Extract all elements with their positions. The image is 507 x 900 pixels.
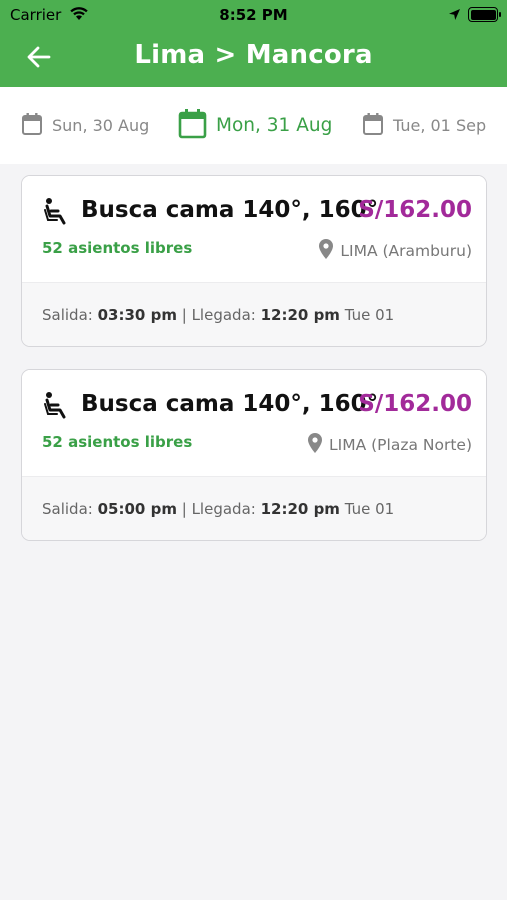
trip-card-header: Busca cama 140°, 160° S/162.00 52 asient… [22, 176, 486, 282]
departure-time: 03:30 pm [97, 306, 177, 324]
date-tab-label: Tue, 01 Sep [393, 116, 487, 135]
trip-price: S/162.00 [358, 391, 472, 417]
arrival-label: Llegada: [191, 500, 256, 518]
app-header: Carrier 8:52 PM Lima > Mancora [0, 0, 507, 87]
status-time: 8:52 PM [219, 6, 288, 24]
calendar-icon [362, 112, 384, 140]
origin-terminal: LIMA (Aramburu) [318, 238, 472, 264]
origin-label: LIMA (Aramburu) [340, 242, 472, 260]
trip-schedule: Salida: 05:00 pm | Llegada: 12:20 pm Tue… [22, 476, 486, 540]
location-pin-icon [318, 238, 334, 264]
calendar-icon [21, 112, 43, 140]
calendar-icon [178, 108, 207, 143]
service-name: Busca cama 140°, 160° [81, 391, 379, 417]
seat-icon [42, 197, 70, 229]
departure-label: Salida: [42, 500, 93, 518]
date-tab-mon-31-aug[interactable]: Mon, 31 Aug [178, 87, 332, 164]
date-tab-label: Mon, 31 Aug [216, 115, 333, 136]
battery-icon [468, 7, 498, 22]
page-title: Lima > Mancora [134, 40, 373, 70]
trip-schedule: Salida: 03:30 pm | Llegada: 12:20 pm Tue… [22, 282, 486, 346]
schedule-separator: | [181, 500, 187, 518]
departure-label: Salida: [42, 306, 93, 324]
available-seats: 52 asientos libres [42, 239, 193, 257]
origin-label: LIMA (Plaza Norte) [329, 436, 472, 454]
arrival-day: Tue 01 [344, 500, 395, 518]
location-arrow-icon [448, 7, 461, 25]
trip-card-header: Busca cama 140°, 160° S/162.00 52 asient… [22, 370, 486, 476]
trip-card[interactable]: Busca cama 140°, 160° S/162.00 52 asient… [21, 369, 487, 541]
status-bar: Carrier 8:52 PM [0, 0, 507, 30]
trip-card[interactable]: Busca cama 140°, 160° S/162.00 52 asient… [21, 175, 487, 347]
arrival-label: Llegada: [191, 306, 256, 324]
trip-price: S/162.00 [358, 197, 472, 223]
origin-terminal: LIMA (Plaza Norte) [307, 432, 472, 458]
arrival-time: 12:20 pm [260, 500, 340, 518]
date-selector: Sun, 30 Aug Mon, 31 Aug Tue, 01 Sep [0, 87, 507, 164]
date-tab-sun-30-aug[interactable]: Sun, 30 Aug [21, 87, 149, 164]
available-seats: 52 asientos libres [42, 433, 193, 451]
arrival-day: Tue 01 [344, 306, 395, 324]
arrival-time: 12:20 pm [260, 306, 340, 324]
seat-icon [42, 391, 70, 423]
battery-tip [499, 12, 501, 17]
departure-time: 05:00 pm [97, 500, 177, 518]
date-tab-label: Sun, 30 Aug [52, 116, 150, 135]
service-name: Busca cama 140°, 160° [81, 197, 379, 223]
date-tab-tue-01-sep[interactable]: Tue, 01 Sep [362, 87, 486, 164]
schedule-separator: | [181, 306, 187, 324]
location-pin-icon [307, 432, 323, 458]
